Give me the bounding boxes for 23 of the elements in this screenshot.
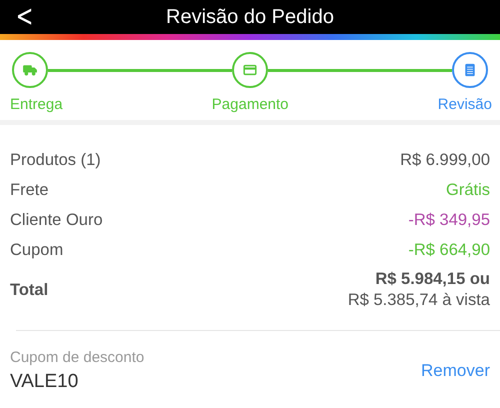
summary-label: Cliente Ouro bbox=[10, 210, 103, 230]
summary-value: Grátis bbox=[446, 180, 490, 200]
summary-value: -R$ 664,90 bbox=[408, 240, 490, 260]
page-title: Revisão do Pedido bbox=[166, 6, 334, 28]
remove-link[interactable]: Remover bbox=[421, 361, 490, 381]
summary-value: -R$ 349,95 bbox=[408, 210, 490, 230]
summary-value: R$ 6.999,00 bbox=[400, 150, 490, 170]
summary-label: Frete bbox=[10, 180, 49, 200]
back-button[interactable]: < bbox=[12, 0, 36, 34]
summary-label: Cupom bbox=[10, 240, 64, 260]
step-label[interactable]: Pagamento bbox=[212, 96, 289, 113]
total-value: R$ 5.984,15 ou bbox=[374, 269, 490, 290]
step-circle[interactable] bbox=[232, 52, 268, 88]
card-icon bbox=[242, 62, 258, 78]
total-label: Total bbox=[10, 280, 48, 300]
coupon-label: Cupom de desconto bbox=[10, 349, 144, 366]
step-label[interactable]: Revisão bbox=[438, 96, 492, 113]
step-label[interactable]: Entrega bbox=[10, 96, 63, 113]
step-circle[interactable] bbox=[452, 52, 488, 88]
coupon-code: VALE10 bbox=[10, 371, 80, 393]
summary-label: Produtos (1) bbox=[10, 150, 101, 170]
step-circle[interactable] bbox=[12, 52, 48, 88]
cash-value: R$ 5.385,74 à vista bbox=[348, 290, 490, 311]
